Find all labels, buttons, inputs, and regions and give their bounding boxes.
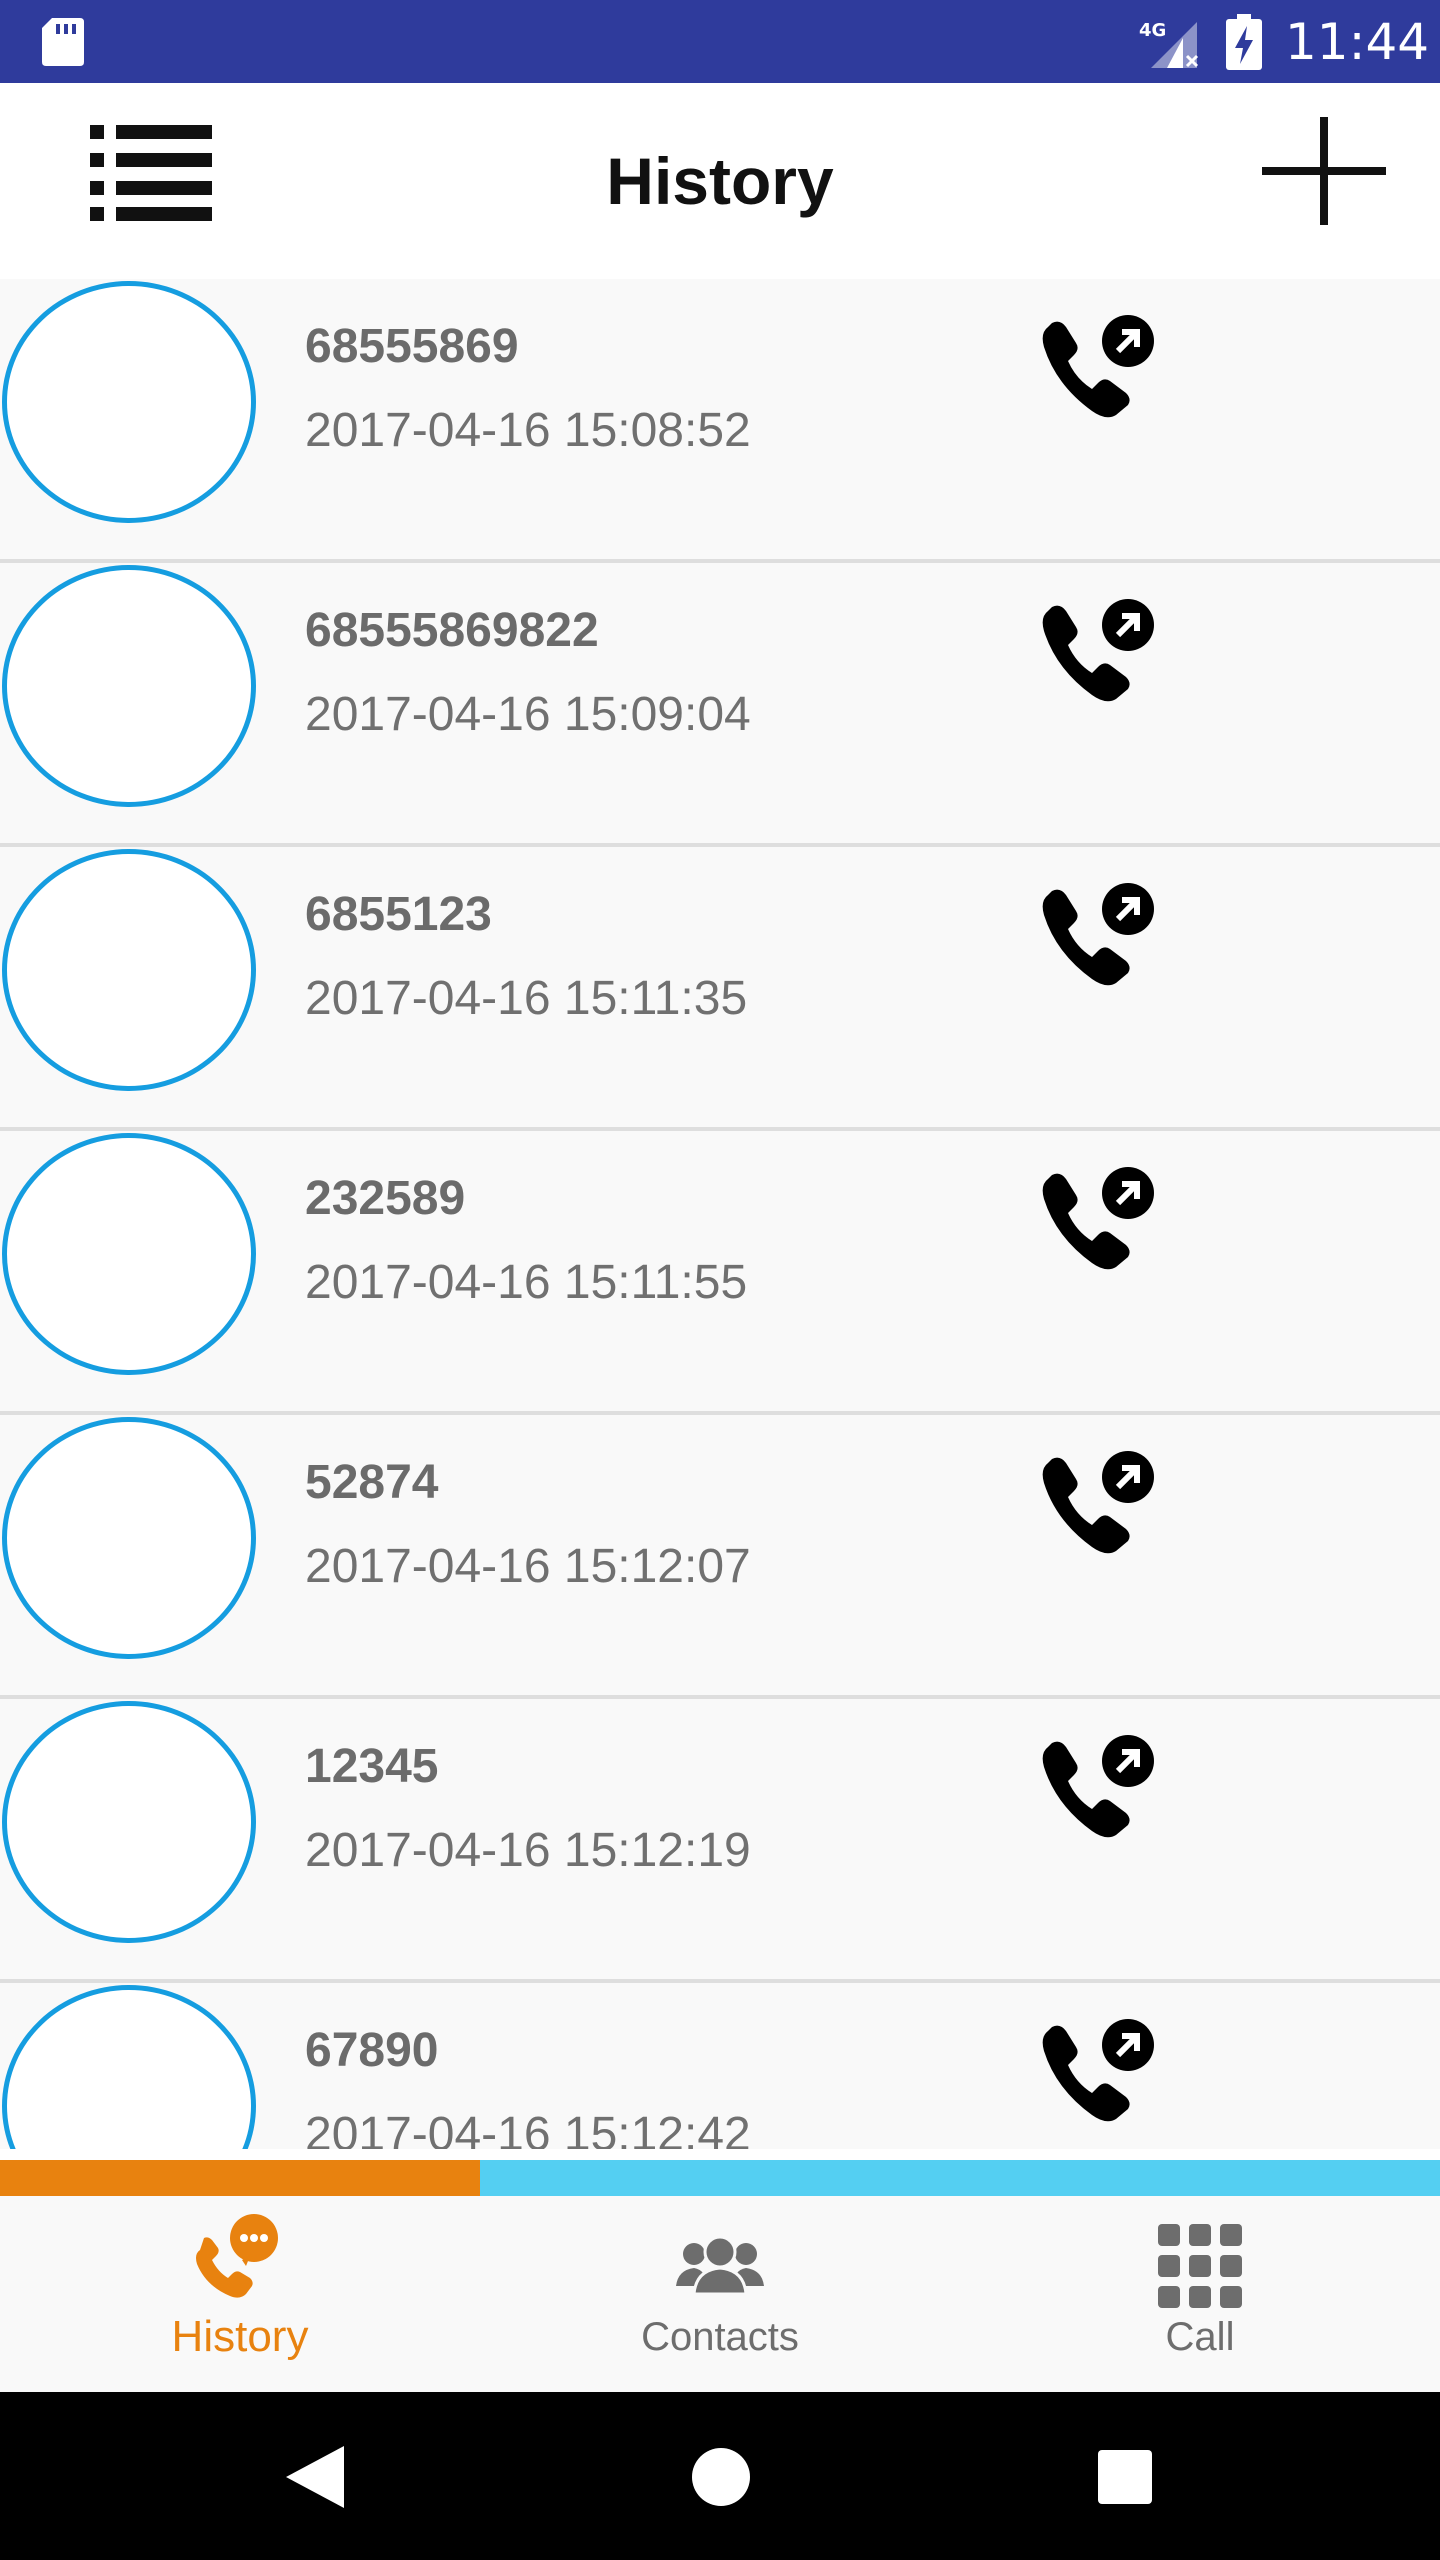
avatar[interactable] [2,1133,256,1375]
tab-label: Contacts [641,2315,799,2359]
history-time: 2017-04-16 15:09:04 [305,688,751,741]
history-item[interactable]: 67890 2017-04-16 15:12:42 [0,1983,1440,2149]
history-time: 2017-04-16 15:12:19 [305,1824,751,1877]
history-time: 2017-04-16 15:11:35 [305,972,748,1025]
plus-icon[interactable] [1262,117,1386,225]
tab-call[interactable]: Call [960,2196,1440,2392]
history-time: 2017-04-16 15:11:55 [305,1256,748,1309]
history-number: 232589 [305,1172,466,1225]
status-bar: 4G 11:44 [0,0,1440,83]
outgoing-call-icon[interactable] [1040,1451,1156,1559]
tab-label: Call [1165,2315,1235,2359]
history-item[interactable]: 68555869822 2017-04-16 15:09:04 [0,563,1440,847]
recents-icon[interactable] [1098,2450,1152,2504]
history-number: 68555869 [305,320,519,373]
history-number: 67890 [305,2024,439,2077]
app-bar: History [0,83,1440,279]
tab-indicator-active [0,2160,480,2196]
history-number: 52874 [305,1456,439,1509]
network-label: 4G [1139,20,1166,41]
signal-4g-icon: 4G [1139,20,1199,68]
avatar[interactable] [2,849,256,1091]
history-number: 6855123 [305,888,492,941]
outgoing-call-icon[interactable] [1040,883,1156,991]
outgoing-call-icon[interactable] [1040,1735,1156,1843]
history-item[interactable]: 52874 2017-04-16 15:12:07 [0,1415,1440,1699]
avatar[interactable] [2,1701,256,1943]
home-icon[interactable] [692,2448,750,2506]
dialpad-icon [1158,2224,1242,2308]
history-time: 2017-04-16 15:12:07 [305,1540,751,1593]
page-title: History [606,144,834,218]
history-number: 68555869822 [305,604,599,657]
outgoing-call-icon[interactable] [1040,2019,1156,2127]
tab-history[interactable]: History [0,2196,480,2392]
outgoing-call-icon[interactable] [1040,599,1156,707]
outgoing-call-icon[interactable] [1040,1167,1156,1275]
bottom-navigation: History Contacts Call [0,2196,1440,2392]
call-history-icon [196,2214,278,2298]
avatar[interactable] [2,1985,256,2149]
avatar[interactable] [2,281,256,523]
history-item[interactable]: 6855123 2017-04-16 15:11:35 [0,847,1440,1131]
battery-charging-icon [1226,14,1262,70]
sd-card-icon [42,18,84,66]
history-item[interactable]: 12345 2017-04-16 15:12:19 [0,1699,1440,1983]
tab-contacts[interactable]: Contacts [480,2196,960,2392]
history-item[interactable]: 68555869 2017-04-16 15:08:52 [0,279,1440,563]
avatar[interactable] [2,565,256,807]
avatar[interactable] [2,1417,256,1659]
contacts-icon [676,2235,764,2294]
tab-indicator [0,2160,1440,2196]
outgoing-call-icon[interactable] [1040,315,1156,423]
history-time: 2017-04-16 15:12:42 [305,2108,751,2149]
system-navigation-bar [0,2392,1440,2560]
history-number: 12345 [305,1740,439,1793]
history-list[interactable]: 68555869 2017-04-16 15:08:52 68555869822… [0,279,1440,2149]
history-item[interactable]: 232589 2017-04-16 15:11:55 [0,1131,1440,1415]
tab-label: History [171,2312,309,2361]
history-time: 2017-04-16 15:08:52 [305,404,751,457]
back-icon[interactable] [286,2446,344,2508]
status-time: 11:44 [1285,13,1430,71]
